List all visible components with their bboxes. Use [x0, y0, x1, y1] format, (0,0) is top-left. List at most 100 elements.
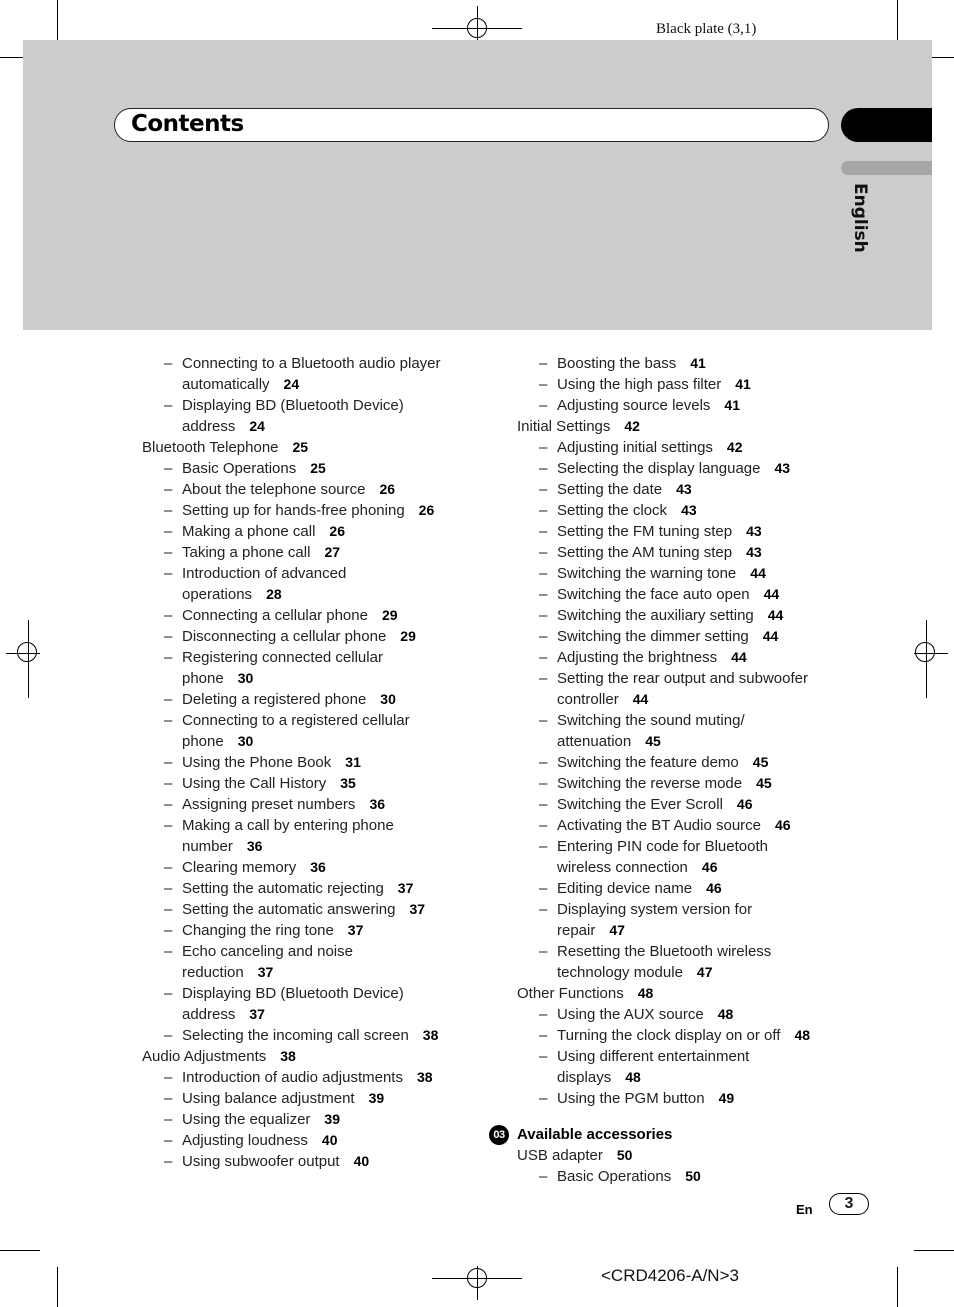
dash-bullet: – [164, 355, 173, 372]
toc-subentry[interactable]: – Selecting the incoming call screen 38 [142, 1025, 482, 1046]
toc-subentry[interactable]: – Switching the auxiliary setting 44 [517, 605, 857, 626]
toc-entry-title: Registering connected cellular [182, 649, 383, 666]
toc-subentry[interactable]: – Registering connected cellular phone 30 [142, 647, 482, 689]
toc-subentry[interactable]: – Switching the dimmer setting 44 [517, 626, 857, 647]
toc-entry-title: Connecting to a Bluetooth audio player [182, 355, 441, 372]
toc-entry-title: wireless connection [557, 859, 688, 876]
dash-bullet: – [539, 1027, 548, 1044]
toc-entry-title: Initial Settings [517, 418, 611, 435]
toc-subentry[interactable]: – Activating the BT Audio source 46 [517, 815, 857, 836]
toc-subentry[interactable]: – Editing device name 46 [517, 878, 857, 899]
dash-bullet: – [164, 859, 173, 876]
toc-subentry[interactable]: – Adjusting source levels 41 [517, 395, 857, 416]
toc-subentry[interactable]: – Basic Operations 25 [142, 458, 482, 479]
dash-bullet: – [539, 901, 548, 918]
section-heading[interactable]: 03 Available accessories [489, 1124, 857, 1145]
crop-mark [932, 57, 954, 58]
toc-entry-title: Setting the automatic rejecting [182, 880, 384, 897]
toc-subentry[interactable]: – Using the AUX source 48 [517, 1004, 857, 1025]
toc-subentry[interactable]: – Using the PGM button 49 [517, 1088, 857, 1109]
toc-subentry[interactable]: – Setting the date 43 [517, 479, 857, 500]
toc-entry[interactable]: Initial Settings 42 [517, 416, 857, 437]
toc-page-number: 43 [681, 502, 697, 518]
toc-entry-title: Setting the automatic answering [182, 901, 396, 918]
toc-subentry[interactable]: – Echo canceling and noise reduction 37 [142, 941, 482, 983]
toc-entry-title: Bluetooth Telephone [142, 439, 279, 456]
toc-subentry[interactable]: – Using different entertainment displays 48 [517, 1046, 857, 1088]
dash-bullet: – [164, 754, 173, 771]
toc-subentry[interactable]: – Switching the face auto open 44 [517, 584, 857, 605]
dash-bullet: – [164, 502, 173, 519]
toc-subentry[interactable]: – Switching the reverse mode 45 [517, 773, 857, 794]
toc-page-number: 26 [329, 523, 345, 539]
dash-bullet: – [164, 460, 173, 477]
toc-page-number: 48 [794, 1027, 811, 1043]
toc-entry[interactable]: USB adapter 50 [517, 1145, 857, 1166]
toc-subentry[interactable]: – Introduction of advanced operations 28 [142, 563, 482, 605]
dash-bullet: – [539, 544, 548, 561]
toc-subentry[interactable]: – Using the Phone Book 31 [142, 752, 482, 773]
toc-subentry[interactable]: – Switching the feature demo 45 [517, 752, 857, 773]
toc-subentry[interactable]: – Connecting a cellular phone 29 [142, 605, 482, 626]
toc-subentry[interactable]: – Setting the rear output and subwoofer co… [517, 668, 857, 710]
toc-subentry[interactable]: – Displaying system version for repair 47 [517, 899, 857, 941]
toc-entry-title: Using the PGM button [557, 1090, 705, 1107]
toc-entry-title: Selecting the display language [557, 460, 761, 477]
toc-subentry[interactable]: – Using the Call History 35 [142, 773, 482, 794]
toc-subentry[interactable]: – Making a call by entering phone number 36 [142, 815, 482, 857]
toc-subentry[interactable]: – Setting the automatic rejecting 37 [142, 878, 482, 899]
toc-subentry[interactable]: – Setting the automatic answering 37 [142, 899, 482, 920]
toc-subentry[interactable]: – Making a phone call 26 [142, 521, 482, 542]
toc-subentry[interactable]: – Setting the clock 43 [517, 500, 857, 521]
toc-subentry[interactable]: – Taking a phone call 27 [142, 542, 482, 563]
toc-subentry[interactable]: – Adjusting the brightness 44 [517, 647, 857, 668]
toc-subentry[interactable]: – Adjusting initial settings 42 [517, 437, 857, 458]
toc-subentry[interactable]: – Introduction of audio adjustments 38 [142, 1067, 482, 1088]
toc-subentry[interactable]: – Setting the AM tuning step 43 [517, 542, 857, 563]
toc-page-number: 30 [237, 670, 254, 686]
toc-subentry[interactable]: – Basic Operations 50 [517, 1166, 857, 1187]
toc-entry-title: Other Functions [517, 985, 624, 1002]
page-number: 3 [829, 1193, 869, 1215]
toc-subentry[interactable]: – Switching the warning tone 44 [517, 563, 857, 584]
toc-subentry[interactable]: – Boosting the bass 41 [517, 353, 857, 374]
toc-subentry[interactable]: – Turning the clock display on or off 48 [517, 1025, 857, 1046]
crop-mark [914, 1250, 954, 1251]
toc-subentry[interactable]: – Using the high pass filter 41 [517, 374, 857, 395]
dash-bullet: – [164, 544, 173, 561]
toc-page-number: 37 [397, 880, 414, 896]
toc-subentry[interactable]: – Assigning preset numbers 36 [142, 794, 482, 815]
toc-entry-title: Disconnecting a cellular phone [182, 628, 387, 645]
toc-page-number: 48 [625, 1069, 641, 1085]
toc-subentry[interactable]: – About the telephone source 26 [142, 479, 482, 500]
toc-subentry[interactable]: – Connecting to a registered cellular phon… [142, 710, 482, 752]
toc-subentry[interactable]: – Entering PIN code for Bluetooth wireless… [517, 836, 857, 878]
toc-entry-title: Using the equalizer [182, 1111, 311, 1128]
toc-subentry[interactable]: – Connecting to a Bluetooth audio player a… [142, 353, 482, 395]
toc-subentry[interactable]: – Using the equalizer 39 [142, 1109, 482, 1130]
toc-entry[interactable]: Audio Adjustments 38 [142, 1046, 482, 1067]
toc-subentry[interactable]: – Using balance adjustment 39 [142, 1088, 482, 1109]
toc-subentry[interactable]: – Switching the Ever Scroll 46 [517, 794, 857, 815]
toc-entry[interactable]: Bluetooth Telephone 25 [142, 437, 482, 458]
toc-entry-title: Connecting to a registered cellular [182, 712, 410, 729]
toc-subentry[interactable]: – Using subwoofer output 40 [142, 1151, 482, 1172]
toc-subentry[interactable]: – Adjusting loudness 40 [142, 1130, 482, 1151]
toc-subentry[interactable]: – Setting up for hands-free phoning 26 [142, 500, 482, 521]
dash-bullet: – [539, 649, 548, 666]
toc-subentry[interactable]: – Changing the ring tone 37 [142, 920, 482, 941]
toc-subentry[interactable]: – Displaying BD (Bluetooth Device) address… [142, 395, 482, 437]
dash-bullet: – [164, 481, 173, 498]
toc-subentry[interactable]: – Selecting the display language 43 [517, 458, 857, 479]
toc-subentry[interactable]: – Deleting a registered phone 30 [142, 689, 482, 710]
toc-subentry[interactable]: – Switching the sound muting/attenuation 4… [517, 710, 857, 752]
toc-subentry[interactable]: – Disconnecting a cellular phone 29 [142, 626, 482, 647]
toc-subentry[interactable]: – Setting the FM tuning step 43 [517, 521, 857, 542]
toc-entry[interactable]: Other Functions 48 [517, 983, 857, 1004]
toc-page-number: 29 [381, 607, 398, 623]
toc-subentry[interactable]: – Clearing memory 36 [142, 857, 482, 878]
crop-mark [897, 0, 898, 40]
toc-subentry[interactable]: – Resetting the Bluetooth wireless technol… [517, 941, 857, 983]
toc-subentry[interactable]: – Displaying BD (Bluetooth Device) address… [142, 983, 482, 1025]
toc-entry-title: Switching the auxiliary setting [557, 607, 754, 624]
